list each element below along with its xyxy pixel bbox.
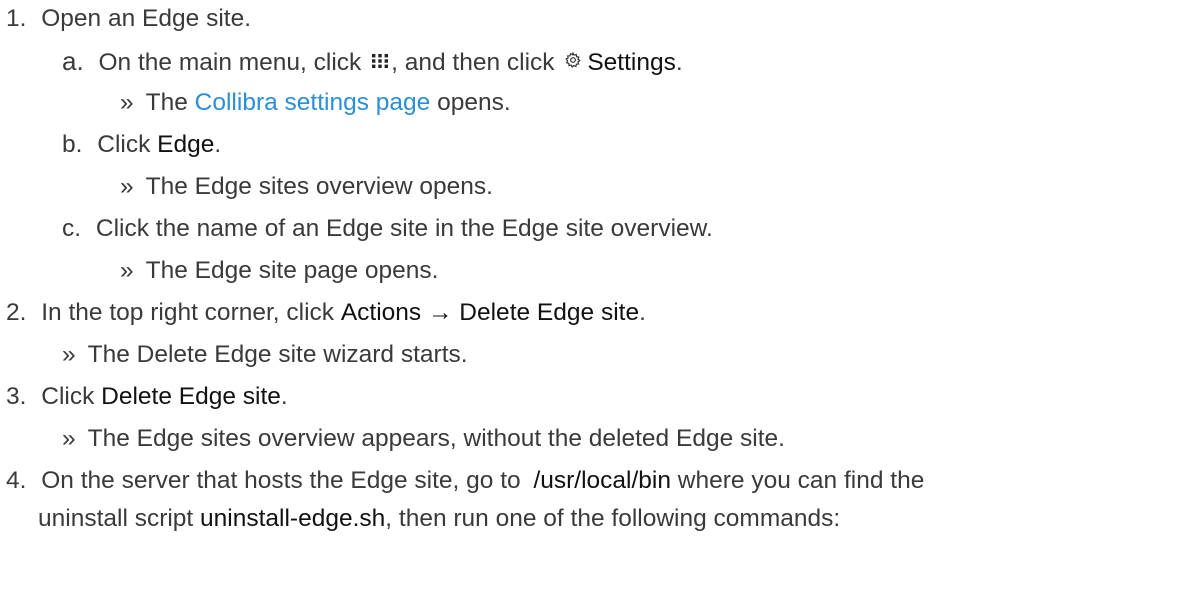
result-text: The Edge sites overview opens. bbox=[145, 173, 493, 200]
step-text: Click bbox=[41, 383, 102, 410]
result-text-end: opens. bbox=[430, 89, 511, 116]
step-text: On the server that hosts the Edge site, … bbox=[41, 467, 528, 494]
result-marker: » bbox=[120, 89, 134, 116]
script-name-label: uninstall-edge.sh bbox=[200, 505, 386, 532]
substep-text-mid: , and then click bbox=[391, 49, 562, 76]
settings-label: Settings bbox=[587, 49, 676, 76]
step-number: 1. bbox=[6, 5, 27, 32]
substep-letter: c. bbox=[62, 215, 82, 242]
punctuation: . bbox=[675, 49, 683, 76]
step-text-end: , then run one of the following commands… bbox=[385, 505, 841, 532]
result-text: The Delete Edge site wizard starts. bbox=[87, 341, 468, 368]
substep-text: On the main menu, click bbox=[98, 49, 369, 76]
step-3: 3. Click Delete Edge site. bbox=[6, 382, 288, 412]
result-a: » The Collibra settings page opens. bbox=[120, 88, 511, 118]
edge-label: Edge bbox=[157, 131, 215, 158]
substep-letter: b. bbox=[62, 131, 83, 158]
step-4: 4. On the server that hosts the Edge sit… bbox=[6, 466, 924, 496]
punctuation: . bbox=[280, 383, 288, 410]
result-marker: » bbox=[62, 341, 76, 368]
result-text: The Edge site page opens. bbox=[145, 257, 439, 284]
result-step-2: » The Delete Edge site wizard starts. bbox=[62, 340, 468, 370]
delete-edge-site-label: Delete Edge site bbox=[101, 383, 281, 410]
substep-text: Click the name of an Edge site in the Ed… bbox=[95, 215, 713, 242]
gear-icon-svg bbox=[565, 51, 582, 68]
result-marker: » bbox=[120, 257, 134, 284]
path-label: /usr/local/bin bbox=[533, 467, 671, 494]
substep-b: b. Click Edge. bbox=[62, 130, 221, 160]
step-text-mid: where you can find the bbox=[671, 467, 925, 494]
gear-icon bbox=[565, 46, 582, 76]
result-text: The bbox=[145, 89, 195, 116]
step-4-continuation: uninstall script uninstall-edge.sh, then… bbox=[38, 504, 840, 534]
result-marker: » bbox=[62, 425, 76, 452]
substep-c: c. Click the name of an Edge site in the… bbox=[62, 214, 713, 244]
substep-letter: a. bbox=[62, 46, 84, 76]
punctuation: . bbox=[639, 299, 646, 326]
grid-menu-icon-svg bbox=[372, 53, 389, 68]
step-text: Open an Edge site. bbox=[41, 5, 252, 32]
step-number: 2. bbox=[6, 299, 27, 326]
result-marker: » bbox=[120, 173, 134, 200]
step-number: 3. bbox=[6, 383, 27, 410]
result-b: » The Edge sites overview opens. bbox=[120, 172, 493, 202]
step-text: In the top right corner, click bbox=[41, 299, 341, 326]
step-text: uninstall script bbox=[38, 505, 201, 532]
collibra-settings-link[interactable]: Collibra settings page bbox=[195, 89, 431, 116]
result-c: » The Edge site page opens. bbox=[120, 256, 439, 286]
actions-delete-label: Actions → Delete Edge site bbox=[340, 299, 640, 326]
grid-menu-icon bbox=[372, 46, 389, 76]
result-text: The Edge sites overview appears, without… bbox=[87, 425, 785, 452]
substep-a: a. On the main menu, click , and then cl… bbox=[62, 46, 683, 79]
punctuation: . bbox=[214, 131, 222, 158]
step-number: 4. bbox=[6, 467, 27, 494]
step-1: 1. Open an Edge site. bbox=[6, 4, 251, 34]
step-2: 2. In the top right corner, click Action… bbox=[6, 298, 646, 328]
substep-text: Click bbox=[97, 131, 158, 158]
result-step-3: » The Edge sites overview appears, withou… bbox=[62, 424, 785, 454]
